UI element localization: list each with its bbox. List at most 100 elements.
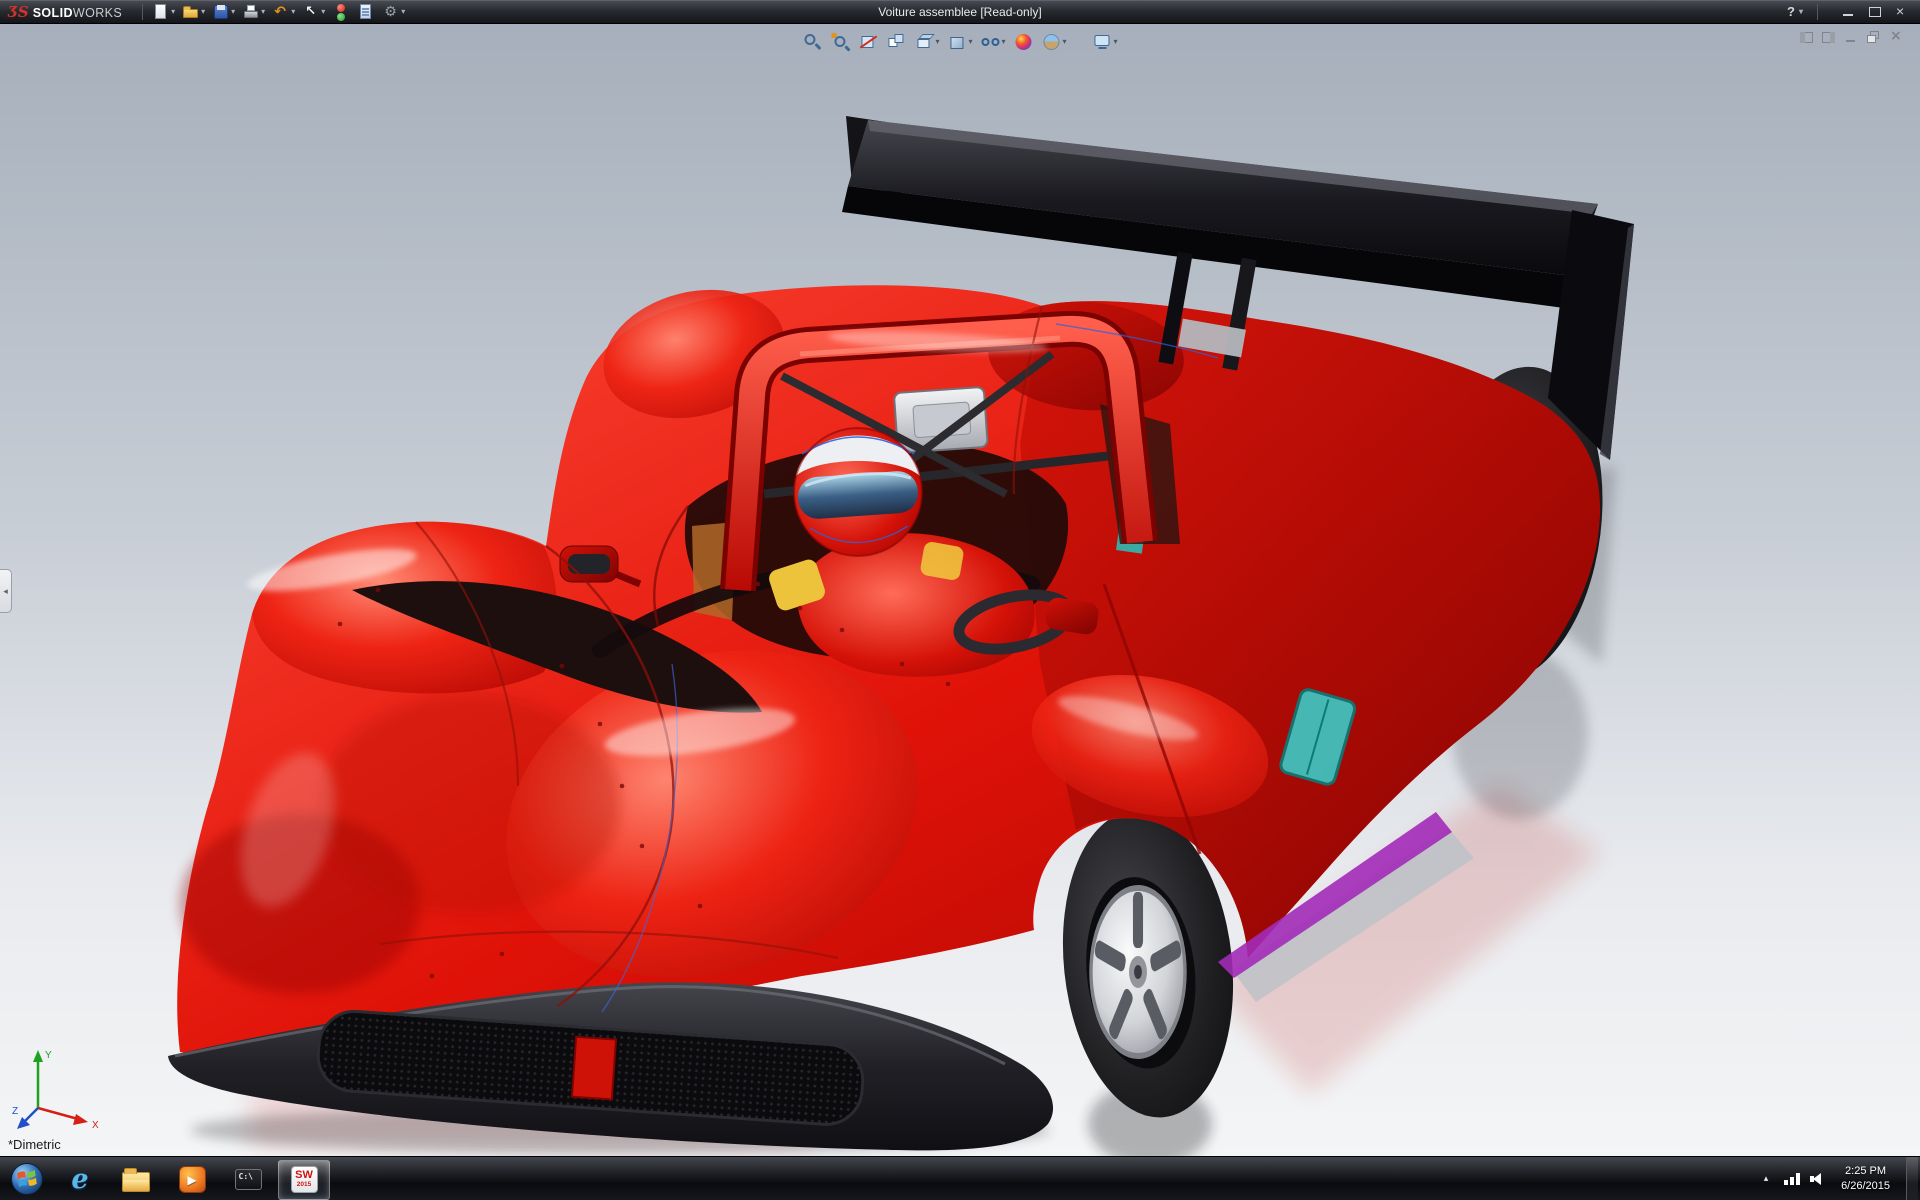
solidworks-logo-icon: ƷS bbox=[8, 3, 29, 21]
help-button[interactable]: ? ▾ bbox=[1783, 4, 1807, 19]
taskbar-clock[interactable]: 2:25 PM 6/26/2015 bbox=[1835, 1164, 1896, 1194]
new-document-button[interactable]: ▾ bbox=[149, 2, 178, 22]
view-settings-button[interactable]: ▾ bbox=[1090, 31, 1121, 53]
hidden-icons-button[interactable]: ▴ bbox=[1758, 1173, 1774, 1184]
select-icon bbox=[302, 3, 320, 21]
help-label: ? bbox=[1787, 4, 1795, 19]
taskbar-item-solidworks-2015[interactable]: SW2015 bbox=[278, 1160, 330, 1200]
view-selector-button[interactable] bbox=[883, 31, 909, 53]
taskbar-item-command-prompt[interactable]: C:\ bbox=[222, 1160, 274, 1200]
show-desktop-button[interactable] bbox=[1906, 1157, 1918, 1200]
close-button[interactable] bbox=[1888, 3, 1912, 20]
file-properties-button[interactable] bbox=[354, 2, 378, 22]
titlebar-right: ? ▾ bbox=[1783, 3, 1912, 20]
helmet-visor bbox=[797, 470, 920, 520]
triad-x-label: X bbox=[92, 1120, 99, 1131]
solidworks-2015-label: SW bbox=[295, 1170, 313, 1181]
feature-panel-collapse-handle[interactable]: ◂ bbox=[0, 569, 12, 613]
graphics-area[interactable]: ▾ ▾ ▾ ▾ ▾ ◂ Y X Z *Dimetric bbox=[0, 24, 1920, 1156]
taskbar-items: e ▶ C:\ SW2015 bbox=[54, 1157, 330, 1200]
print-icon bbox=[242, 3, 260, 21]
display-style-button[interactable]: ▾ bbox=[944, 31, 975, 53]
open-button[interactable]: ▾ bbox=[179, 2, 208, 22]
orientation-triad: Y X Z bbox=[12, 1036, 108, 1132]
hide-show-items-icon bbox=[980, 32, 1000, 52]
rebuild-button[interactable] bbox=[329, 2, 353, 22]
hide-show-items-dropdown[interactable]: ▾ bbox=[1001, 38, 1005, 46]
view-settings-icon bbox=[1093, 32, 1113, 52]
system-tray: ▴ 2:25 PM 6/26/2015 bbox=[1758, 1157, 1920, 1200]
zoom-to-area-button[interactable] bbox=[827, 31, 853, 53]
hide-show-items-button[interactable]: ▾ bbox=[977, 31, 1008, 53]
display-style-dropdown[interactable]: ▾ bbox=[968, 38, 972, 46]
doc-restore-button[interactable] bbox=[1864, 30, 1882, 45]
select-button[interactable]: ▾ bbox=[299, 2, 328, 22]
triad-z-label: Z bbox=[12, 1106, 18, 1117]
display-style-icon bbox=[947, 32, 967, 52]
media-player-icon: ▶ bbox=[179, 1166, 206, 1193]
3d-viewport[interactable] bbox=[0, 24, 1920, 1156]
document-window-controls bbox=[1798, 30, 1904, 45]
titlebar: ƷS SOLID WORKS ▾ ▾ ▾ ▾ ▾ ▾ ▾ Voiture assemblee… bbox=[0, 0, 1920, 24]
help-dropdown[interactable]: ▾ bbox=[1799, 8, 1803, 16]
volume-icon[interactable] bbox=[1810, 1172, 1825, 1185]
main-toolbar: ▾ ▾ ▾ ▾ ▾ ▾ ▾ bbox=[149, 2, 408, 22]
open-icon bbox=[182, 3, 200, 21]
headsup-view-toolbar: ▾ ▾ ▾ ▾ ▾ bbox=[799, 31, 1120, 53]
doc-pane-left-button[interactable] bbox=[1798, 30, 1816, 45]
save-button[interactable]: ▾ bbox=[209, 2, 238, 22]
minimize-button[interactable] bbox=[1836, 3, 1860, 20]
undo-icon bbox=[272, 3, 290, 21]
toolbar-separator bbox=[142, 4, 143, 20]
apply-scene-icon bbox=[1042, 32, 1062, 52]
clock-time: 2:25 PM bbox=[1841, 1164, 1890, 1179]
taskbar-item-windows-explorer[interactable] bbox=[110, 1160, 162, 1200]
triad-y-label: Y bbox=[45, 1050, 52, 1061]
open-dropdown[interactable]: ▾ bbox=[201, 8, 205, 16]
select-dropdown[interactable]: ▾ bbox=[321, 8, 325, 16]
options-dropdown[interactable]: ▾ bbox=[401, 8, 405, 16]
doc-pane-right-button[interactable] bbox=[1820, 30, 1838, 45]
options-button[interactable]: ▾ bbox=[379, 2, 408, 22]
view-orientation-button[interactable]: ▾ bbox=[911, 31, 942, 53]
clock-date: 6/26/2015 bbox=[1841, 1179, 1890, 1194]
taskbar-item-media-player[interactable]: ▶ bbox=[166, 1160, 218, 1200]
doc-close-button[interactable] bbox=[1886, 30, 1904, 45]
save-dropdown[interactable]: ▾ bbox=[231, 8, 235, 16]
command-prompt-label: C:\ bbox=[239, 1172, 253, 1181]
maximize-button[interactable] bbox=[1862, 3, 1886, 20]
new-document-dropdown[interactable]: ▾ bbox=[171, 8, 175, 16]
view-settings-dropdown[interactable]: ▾ bbox=[1114, 38, 1118, 46]
taskbar-item-internet-explorer[interactable]: e bbox=[54, 1160, 106, 1200]
zoom-to-area-icon bbox=[830, 32, 850, 52]
section-view-button[interactable] bbox=[855, 31, 881, 53]
windows-taskbar: e ▶ C:\ SW2015 ▴ 2:25 PM 6/26/2015 bbox=[0, 1156, 1920, 1200]
undo-dropdown[interactable]: ▾ bbox=[291, 8, 295, 16]
edit-appearance-icon bbox=[1014, 32, 1034, 52]
section-view-icon bbox=[858, 32, 878, 52]
zoom-to-fit-button[interactable] bbox=[799, 31, 825, 53]
print-button[interactable]: ▾ bbox=[239, 2, 268, 22]
brand-solid: SOLID bbox=[33, 6, 73, 20]
brand-works: WORKS bbox=[73, 6, 122, 20]
windows-explorer-icon bbox=[122, 1172, 150, 1192]
command-prompt-icon: C:\ bbox=[235, 1169, 262, 1190]
media-player-label: ▶ bbox=[187, 1174, 196, 1186]
apply-scene-dropdown[interactable]: ▾ bbox=[1063, 38, 1067, 46]
view-selector-icon bbox=[886, 32, 906, 52]
solidworks-2015-sublabel: 2015 bbox=[297, 1182, 311, 1189]
undo-button[interactable]: ▾ bbox=[269, 2, 298, 22]
zoom-to-fit-icon bbox=[802, 32, 822, 52]
windows-start-icon bbox=[10, 1162, 44, 1196]
titlebar-separator bbox=[1817, 4, 1818, 20]
view-orientation-label: *Dimetric bbox=[8, 1137, 61, 1152]
network-icon[interactable] bbox=[1784, 1173, 1800, 1185]
window-title: Voiture assemblee [Read-only] bbox=[878, 5, 1041, 19]
print-dropdown[interactable]: ▾ bbox=[261, 8, 265, 16]
apply-scene-button[interactable]: ▾ bbox=[1039, 31, 1070, 53]
new-document-icon bbox=[152, 3, 170, 21]
start-button[interactable] bbox=[0, 1157, 54, 1200]
view-orientation-dropdown[interactable]: ▾ bbox=[935, 38, 939, 46]
edit-appearance-button[interactable] bbox=[1011, 31, 1037, 53]
doc-minimize-button[interactable] bbox=[1842, 30, 1860, 45]
